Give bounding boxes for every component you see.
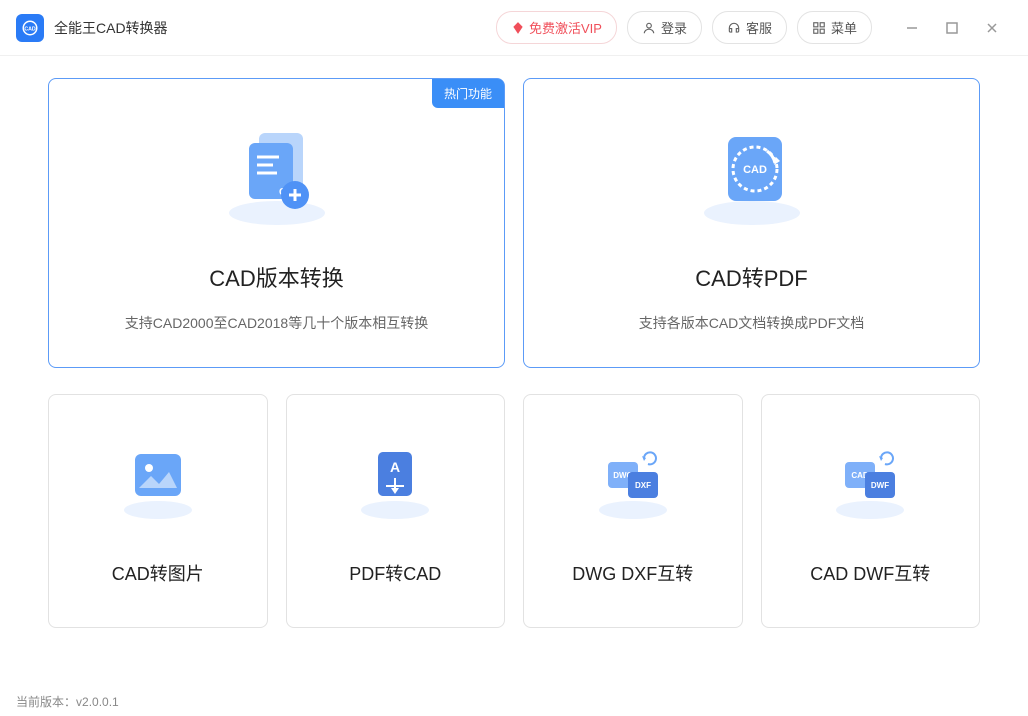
menu-label: 菜单 xyxy=(831,18,857,37)
svg-text:DWF: DWF xyxy=(871,481,889,490)
diamond-icon xyxy=(511,21,525,35)
svg-text:A: A xyxy=(390,459,400,475)
card-title: CAD转PDF xyxy=(695,261,807,293)
login-button[interactable]: 登录 xyxy=(627,11,702,44)
card-title: CAD DWF互转 xyxy=(810,560,930,586)
vip-label: 免费激活VIP xyxy=(529,18,602,37)
minimize-button[interactable] xyxy=(892,12,932,44)
card-cad-to-image[interactable]: CAD转图片 xyxy=(48,394,268,628)
svg-text:CAD: CAD xyxy=(24,26,36,32)
user-icon xyxy=(642,21,656,35)
headset-icon xyxy=(727,21,741,35)
version-value: v2.0.0.1 xyxy=(76,695,119,709)
hot-badge: 热门功能 xyxy=(432,79,504,108)
card-title: PDF转CAD xyxy=(349,560,441,586)
minimize-icon xyxy=(905,21,919,35)
card-cad-to-pdf[interactable]: CAD CAD转PDF 支持各版本CAD文档转换成PDF文档 xyxy=(523,78,980,368)
card-pdf-to-cad[interactable]: A PDF转CAD xyxy=(286,394,506,628)
card-title: DWG DXF互转 xyxy=(572,560,693,586)
app-logo-icon: CAD xyxy=(16,14,44,42)
menu-button[interactable]: 菜单 xyxy=(797,11,872,44)
card-dwg-dxf[interactable]: DWG DXF DWG DXF互转 xyxy=(523,394,743,628)
card-desc: 支持各版本CAD文档转换成PDF文档 xyxy=(639,313,865,333)
login-label: 登录 xyxy=(661,18,687,37)
cad-to-pdf-icon: CAD xyxy=(692,113,812,233)
support-button[interactable]: 客服 xyxy=(712,11,787,44)
version-label: 当前版本： xyxy=(16,695,76,709)
support-label: 客服 xyxy=(746,18,772,37)
vip-activate-button[interactable]: 免费激活VIP xyxy=(496,11,617,44)
status-bar: 当前版本：v2.0.0.1 xyxy=(16,693,119,710)
cad-dwf-icon: CAD DWF xyxy=(825,436,915,526)
close-icon xyxy=(985,21,999,35)
grid-icon xyxy=(812,21,826,35)
main-content: 热门功能 CAD CAD版本转换 支持CAD2000至CAD2018等几十个版本… xyxy=(0,56,1028,638)
cad-version-icon: CAD xyxy=(217,113,337,233)
card-cad-version-convert[interactable]: 热门功能 CAD CAD版本转换 支持CAD2000至CAD2018等几十个版本… xyxy=(48,78,505,368)
cad-to-image-icon xyxy=(113,436,203,526)
card-cad-dwf[interactable]: CAD DWF CAD DWF互转 xyxy=(761,394,981,628)
svg-text:DXF: DXF xyxy=(635,481,651,490)
titlebar: CAD 全能王CAD转换器 免费激活VIP 登录 客服 菜单 xyxy=(0,0,1028,56)
dwg-dxf-icon: DWG DXF xyxy=(588,436,678,526)
card-title: CAD版本转换 xyxy=(209,261,343,293)
svg-text:CAD: CAD xyxy=(743,164,767,176)
maximize-icon xyxy=(946,22,958,34)
pdf-to-cad-icon: A xyxy=(350,436,440,526)
close-button[interactable] xyxy=(972,12,1012,44)
card-title: CAD转图片 xyxy=(112,560,204,586)
card-desc: 支持CAD2000至CAD2018等几十个版本相互转换 xyxy=(125,313,428,333)
app-title: 全能王CAD转换器 xyxy=(54,18,168,38)
maximize-button[interactable] xyxy=(932,12,972,44)
